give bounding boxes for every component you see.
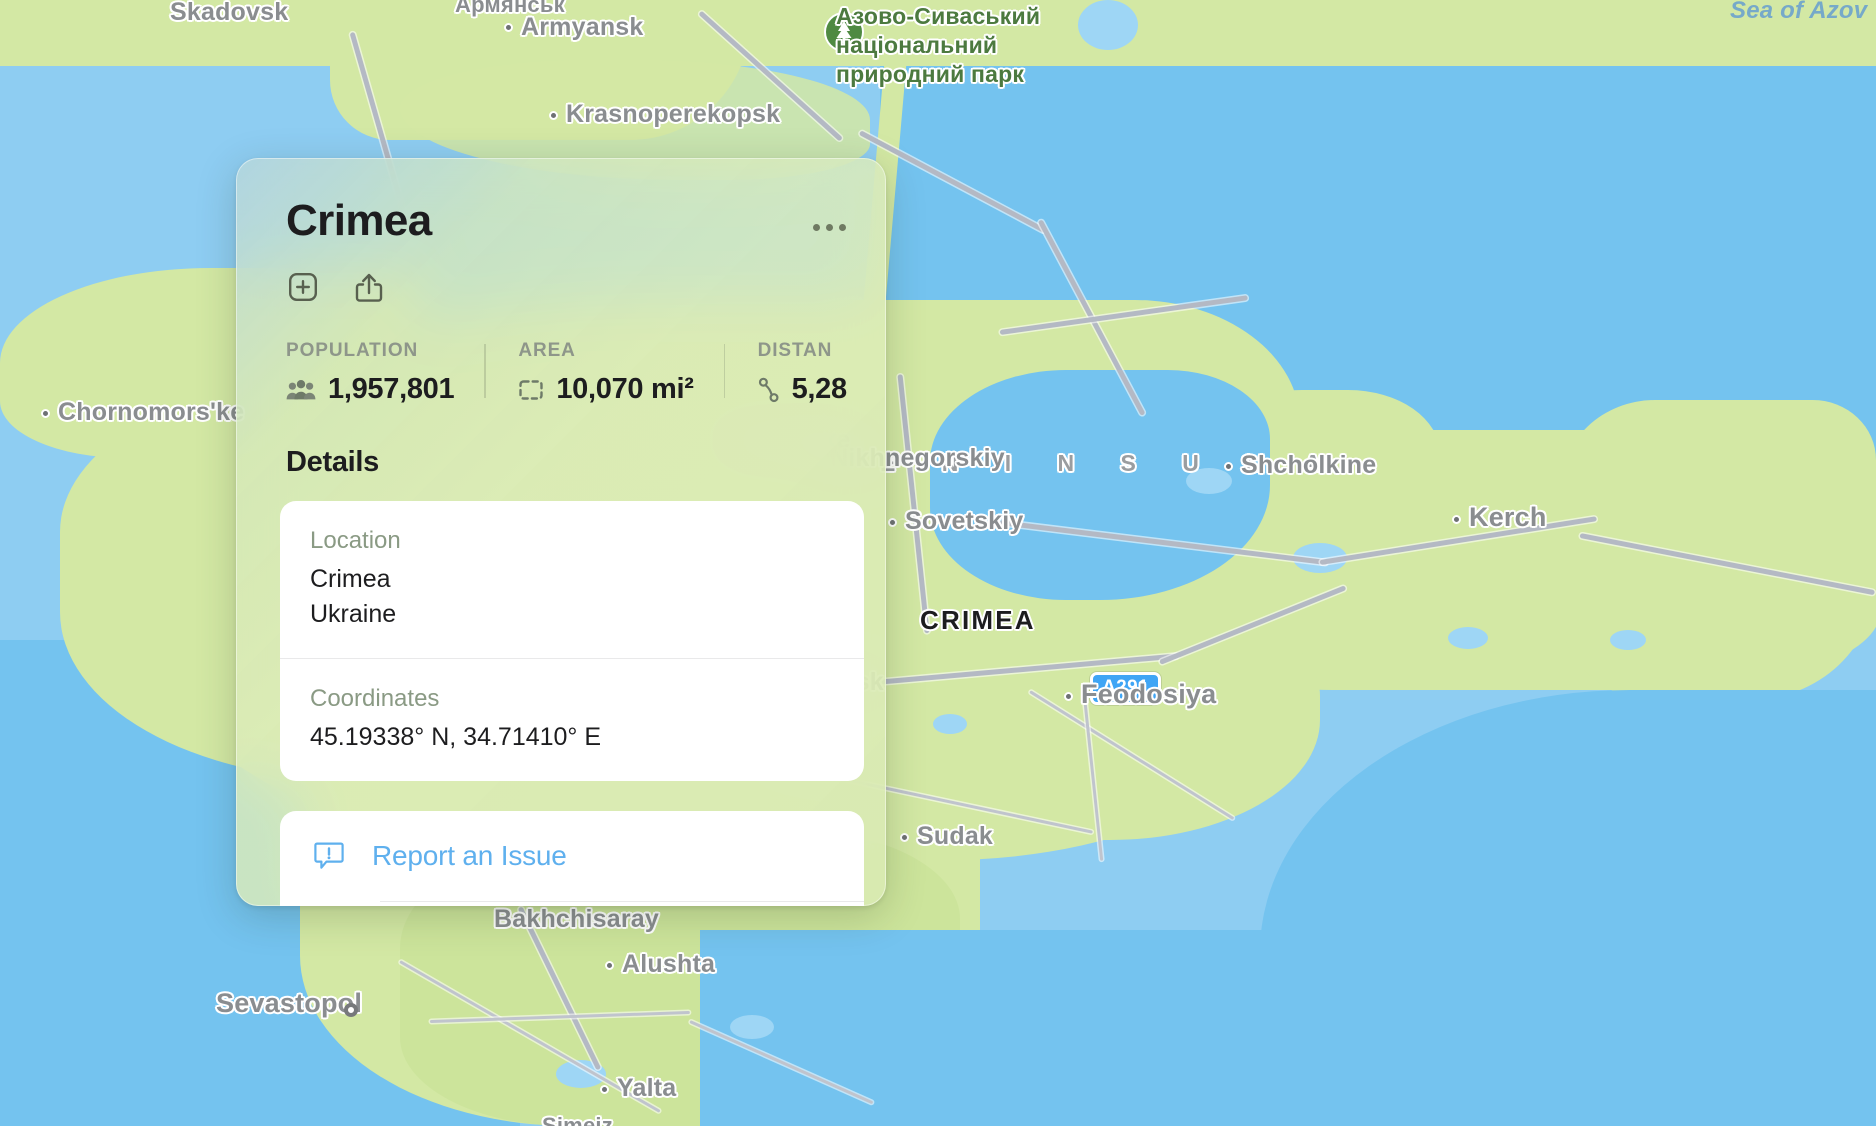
- stat-value: 5,28: [791, 373, 848, 405]
- map-city-dot[interactable]: [1064, 692, 1073, 701]
- detail-row-location[interactable]: Location Crimea Ukraine: [280, 501, 864, 658]
- share-icon: [355, 273, 383, 302]
- stat-value: 10,070 mi²: [556, 373, 694, 405]
- card-action-row: [236, 250, 886, 304]
- map-city-dot[interactable]: [344, 1003, 358, 1017]
- map-label-city[interactable]: Krasnoperekopsk: [566, 100, 780, 129]
- stats-row: POPULATION 1,957,801 AREA 10,070 mi² DIS…: [236, 304, 886, 406]
- report-an-issue-button[interactable]: Report an Issue: [280, 811, 864, 901]
- area-icon: [519, 379, 544, 400]
- report-bubble-icon: [314, 842, 344, 869]
- lake: [730, 1015, 774, 1039]
- map-label-region-crimea: CRIMEA: [920, 605, 1036, 635]
- map-label-city[interactable]: Shcholkine: [1241, 451, 1376, 480]
- map-label-city[interactable]: Sudak: [917, 822, 993, 851]
- card-header: Crimea: [236, 158, 886, 250]
- map-label-city[interactable]: Sevastopol: [216, 988, 362, 1019]
- map-city-dot[interactable]: [1452, 515, 1461, 524]
- place-info-card[interactable]: Crimea POPULATION 1,957,801 AREA 10,070 …: [236, 158, 886, 906]
- map-city-dot[interactable]: [600, 1085, 609, 1094]
- map-label-city[interactable]: Yalta: [617, 1074, 676, 1103]
- lake: [1448, 627, 1488, 649]
- stat-label: POPULATION: [286, 340, 419, 361]
- lake: [933, 714, 967, 734]
- map-city-dot[interactable]: [888, 518, 897, 527]
- route-icon: [758, 377, 779, 402]
- map-label-city[interactable]: Chornomors'ke: [58, 398, 244, 427]
- add-to-guide-button[interactable]: [288, 272, 318, 304]
- stat-label: AREA: [518, 340, 576, 361]
- map-label-city[interactable]: Armyansk: [521, 13, 644, 42]
- more-dot: [812, 223, 820, 231]
- share-button[interactable]: [354, 272, 384, 304]
- stat-area: AREA 10,070 mi²: [484, 340, 723, 406]
- detail-value: 45.19338° N, 34.71410° E: [310, 723, 602, 751]
- map-label-city[interactable]: Sovetskiy: [905, 507, 1024, 536]
- stat-value-wrap: 5,28: [758, 373, 847, 406]
- report-an-issue-label: Report an Issue: [372, 840, 567, 871]
- map-city-dot[interactable]: [41, 409, 50, 418]
- map-label-city[interactable]: Kerch: [1469, 502, 1547, 533]
- land-kerch-east: [1560, 400, 1876, 700]
- map-city-dot[interactable]: [549, 111, 558, 120]
- map-label-park: Азово-Сиваський національний природний п…: [836, 3, 1041, 87]
- map-label-city[interactable]: Simeiz: [542, 1113, 613, 1126]
- people-icon: [286, 380, 316, 400]
- detail-value: Crimea Ukraine: [310, 565, 397, 628]
- detail-label: Location: [310, 527, 401, 554]
- map-city-dot[interactable]: [605, 961, 614, 970]
- map-canvas[interactable]: Азово-Сиваський національний природний п…: [0, 0, 1876, 1126]
- map-label-city[interactable]: Bakhchisaray: [494, 905, 659, 934]
- map-label-city[interactable]: Alushta: [622, 950, 715, 979]
- map-label-city[interactable]: Skadovsk: [170, 0, 288, 27]
- more-dot: [838, 223, 846, 231]
- sheet-bottom-spacer: [280, 902, 864, 906]
- report-sheet: Report an Issue: [280, 811, 864, 906]
- map-label-sea-of-azov: Sea of Azov: [1730, 0, 1868, 24]
- details-heading: Details: [286, 446, 379, 478]
- stat-value: 1,957,801: [328, 373, 455, 405]
- details-sheet: Location Crimea Ukraine Coordinates 45.1…: [280, 501, 864, 781]
- plus-square-icon: [289, 273, 318, 302]
- stat-distance: DISTAN 5,28: [723, 340, 877, 406]
- stat-value-wrap: 10,070 mi²: [518, 373, 694, 406]
- map-city-dot[interactable]: [504, 23, 513, 32]
- black-sea-south: [700, 930, 1876, 1126]
- map-city-dot[interactable]: [900, 833, 909, 842]
- stat-label: DISTAN: [757, 340, 833, 361]
- map-label-city[interactable]: Feodosiya: [1081, 679, 1216, 710]
- more-options-button[interactable]: [806, 204, 852, 250]
- map-city-dot[interactable]: [1224, 462, 1233, 471]
- lake: [1610, 630, 1646, 650]
- stat-population: POPULATION 1,957,801: [286, 340, 484, 406]
- stat-value-wrap: 1,957,801: [286, 373, 455, 406]
- detail-label: Coordinates: [310, 685, 440, 712]
- more-dot: [825, 223, 833, 231]
- place-title: Crimea: [286, 196, 432, 245]
- lake: [1078, 0, 1138, 50]
- detail-row-coordinates[interactable]: Coordinates 45.19338° N, 34.71410° E: [280, 658, 864, 781]
